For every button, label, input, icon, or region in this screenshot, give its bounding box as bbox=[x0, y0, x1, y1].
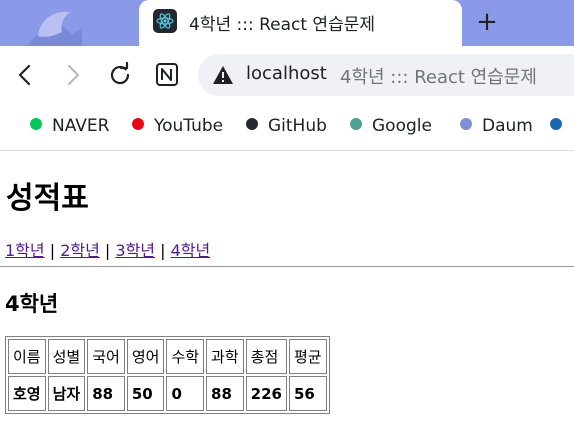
header-math: 수학 bbox=[166, 339, 205, 374]
cell-english: 50 bbox=[126, 376, 165, 411]
link-separator: | bbox=[104, 241, 111, 260]
header-gender: 성별 bbox=[47, 339, 86, 374]
bookmark-label: YouTube bbox=[154, 116, 224, 136]
header-science: 과학 bbox=[206, 339, 244, 374]
url-page-title: 4학년 ::: React 연습문제 bbox=[340, 67, 537, 88]
browser-logo-icon bbox=[26, 11, 82, 46]
divider bbox=[0, 266, 574, 267]
cell-math: 0 bbox=[166, 376, 205, 411]
active-tab[interactable]: 4학년 ::: React 연습문제 bbox=[139, 0, 462, 46]
browser-toolbar: localhost 4학년 ::: React 연습문제 bbox=[0, 46, 574, 104]
section-title: 4학년 bbox=[5, 292, 59, 316]
cell-science: 88 bbox=[206, 376, 244, 411]
naver-icon bbox=[30, 118, 42, 130]
page-content: 성적표 1학년 | 2학년 | 3학년 | 4학년 4학년 이름 성별 국어 영… bbox=[0, 151, 574, 423]
forward-arrow-icon bbox=[67, 64, 80, 86]
grade-link-3[interactable]: 3학년 bbox=[115, 241, 155, 260]
notion-extension-button[interactable] bbox=[152, 60, 182, 90]
cell-gender: 남자 bbox=[47, 376, 86, 411]
bookmark-label: NAVER bbox=[52, 116, 110, 136]
cell-average: 56 bbox=[288, 376, 327, 411]
bookmark-google[interactable]: Google bbox=[350, 116, 432, 138]
bookmarks-bar: NAVER YouTube GitHub Google Daum bbox=[0, 104, 574, 151]
notion-icon bbox=[156, 63, 178, 86]
score-table: 이름 성별 국어 영어 수학 과학 총점 평균 호영 남자 88 50 0 88… bbox=[5, 336, 330, 414]
reload-button[interactable] bbox=[105, 60, 135, 90]
google-icon bbox=[350, 118, 362, 130]
github-icon bbox=[246, 118, 258, 130]
forward-button[interactable] bbox=[58, 60, 88, 90]
header-average: 평균 bbox=[288, 339, 327, 374]
bookmark-overflow[interactable] bbox=[550, 116, 572, 138]
header-english: 영어 bbox=[126, 339, 165, 374]
grade-link-4[interactable]: 4학년 bbox=[171, 241, 211, 260]
youtube-icon bbox=[132, 118, 144, 130]
cell-total: 226 bbox=[245, 376, 287, 411]
address-bar[interactable]: localhost 4학년 ::: React 연습문제 bbox=[198, 54, 574, 96]
warning-icon[interactable] bbox=[212, 65, 234, 85]
bookmark-icon bbox=[550, 118, 562, 130]
bookmark-label: Daum bbox=[482, 116, 533, 136]
back-button[interactable] bbox=[10, 60, 40, 90]
bookmark-youtube[interactable]: YouTube bbox=[132, 116, 223, 138]
new-tab-button[interactable]: + bbox=[474, 8, 500, 36]
grade-nav: 1학년 | 2학년 | 3학년 | 4학년 bbox=[5, 237, 210, 261]
cell-name: 호영 bbox=[8, 376, 46, 411]
tab-title: 4학년 ::: React 연습문제 bbox=[189, 15, 375, 35]
back-arrow-icon bbox=[18, 64, 31, 86]
grade-link-2[interactable]: 2학년 bbox=[60, 241, 100, 260]
cell-korean: 88 bbox=[87, 376, 125, 411]
bookmark-naver[interactable]: NAVER bbox=[30, 116, 109, 138]
bookmark-github[interactable]: GitHub bbox=[246, 116, 327, 138]
daum-icon bbox=[460, 118, 472, 130]
reload-icon bbox=[110, 61, 130, 85]
react-logo-icon bbox=[153, 9, 177, 33]
page-title: 성적표 bbox=[6, 181, 89, 216]
url-host: localhost bbox=[246, 63, 327, 84]
grade-link-1[interactable]: 1학년 bbox=[5, 241, 45, 260]
header-korean: 국어 bbox=[87, 339, 125, 374]
table-row: 호영 남자 88 50 0 88 226 56 bbox=[8, 376, 327, 411]
table-header-row: 이름 성별 국어 영어 수학 과학 총점 평균 bbox=[8, 339, 327, 374]
bookmark-label: Google bbox=[372, 116, 432, 136]
header-total: 총점 bbox=[245, 339, 287, 374]
bookmark-label: GitHub bbox=[268, 116, 327, 136]
bookmark-daum[interactable]: Daum bbox=[460, 116, 533, 138]
header-name: 이름 bbox=[8, 339, 46, 374]
link-separator: | bbox=[160, 241, 166, 260]
link-separator: | bbox=[49, 241, 56, 260]
tab-strip: 4학년 ::: React 연습문제 + bbox=[0, 0, 574, 46]
